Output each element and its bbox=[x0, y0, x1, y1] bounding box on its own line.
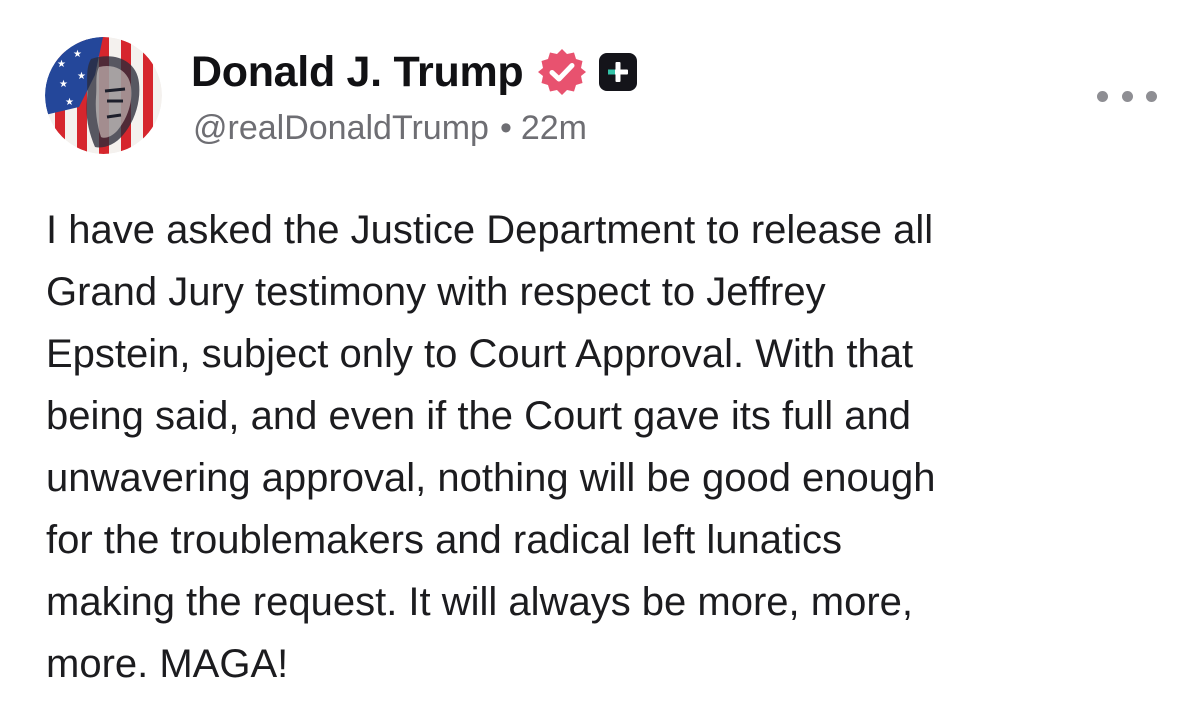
svg-text:★: ★ bbox=[57, 59, 66, 70]
post-text-line: Epstein, subject only to Court Approval.… bbox=[46, 332, 914, 376]
profile-avatar[interactable]: ★ ★ ★ ★ ★ bbox=[45, 37, 162, 154]
author-meta-row: @realDonaldTrump • 22m bbox=[193, 106, 587, 150]
svg-text:★: ★ bbox=[59, 79, 68, 90]
post-text-line: I have asked the Justice Department to r… bbox=[46, 208, 934, 252]
post-timestamp[interactable]: 22m bbox=[521, 109, 587, 148]
author-handle[interactable]: @realDonaldTrump bbox=[193, 109, 489, 148]
more-options-button[interactable] bbox=[1097, 79, 1157, 113]
post-text-line: unwavering approval, nothing will be goo… bbox=[46, 456, 936, 500]
verified-badge-icon bbox=[537, 47, 587, 97]
plus-badge-icon bbox=[599, 53, 638, 91]
more-options-icon bbox=[1121, 90, 1133, 102]
post-body: I have asked the Justice Department to r… bbox=[46, 199, 1166, 695]
post-text-line: Grand Jury testimony with respect to Jef… bbox=[46, 270, 826, 314]
svg-text:★: ★ bbox=[73, 49, 82, 60]
post-text-line: making the request. It will always be mo… bbox=[46, 580, 914, 624]
post-text-line: for the troublemakers and radical left l… bbox=[46, 518, 842, 562]
more-options-icon bbox=[1097, 90, 1108, 102]
post-card: ★ ★ ★ ★ ★ Donald J. Trump @realDonaldTru… bbox=[0, 0, 1200, 714]
svg-text:★: ★ bbox=[77, 71, 86, 82]
meta-separator: • bbox=[499, 108, 512, 147]
author-name[interactable]: Donald J. Trump bbox=[191, 48, 524, 97]
more-options-icon bbox=[1146, 90, 1157, 102]
post-text-line: being said, and even if the Court gave i… bbox=[46, 394, 911, 438]
post-text-line: more. MAGA! bbox=[46, 642, 289, 686]
svg-text:★: ★ bbox=[65, 97, 74, 108]
avatar-image: ★ ★ ★ ★ ★ bbox=[45, 37, 162, 154]
author-name-row: Donald J. Trump bbox=[191, 44, 638, 100]
